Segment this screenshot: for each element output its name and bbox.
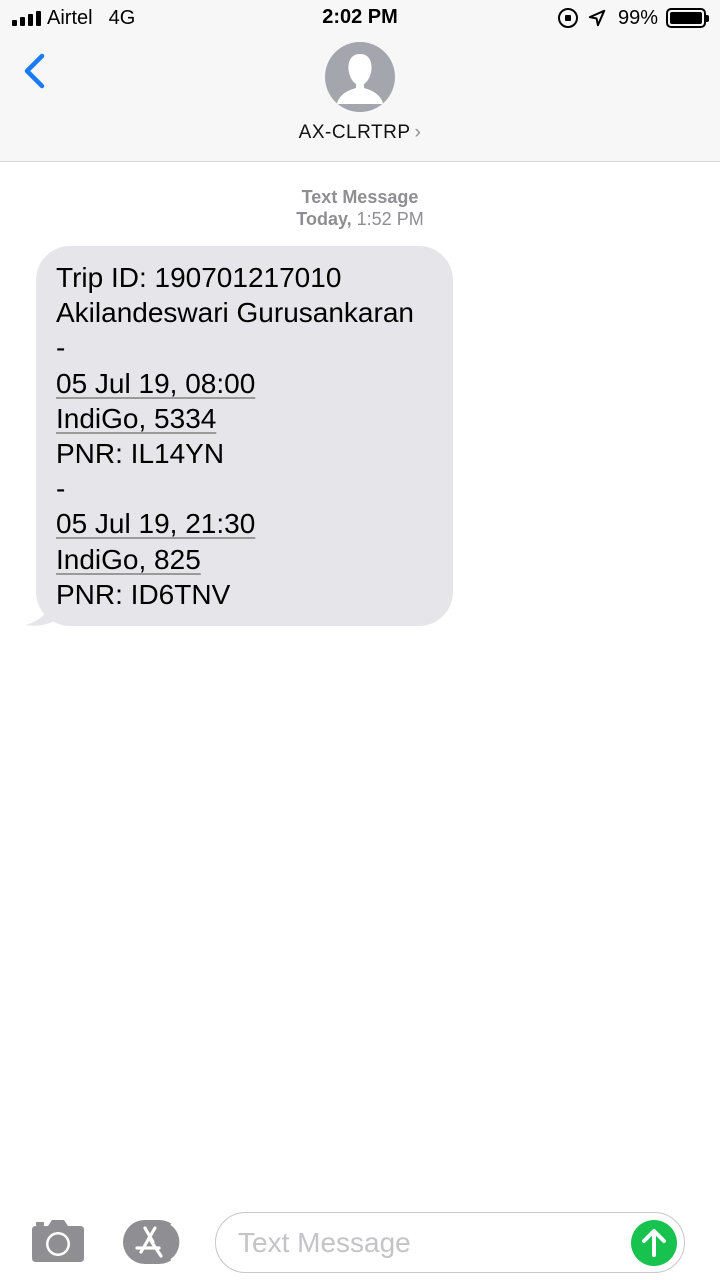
chevron-left-icon [24,53,45,89]
timestamp-date: Today, 1:52 PM [0,208,720,230]
battery-percentage: 99% [617,6,658,29]
flight-2-pnr: PNR: ID6TNV [56,578,231,610]
status-bar: Airtel 4G 2:02 PM 99% [0,0,720,36]
chevron-right-icon: › [414,122,422,143]
message-timestamp: Text Message Today, 1:52 PM [0,186,720,230]
timestamp-type: Text Message [301,187,419,207]
send-button[interactable] [631,1220,677,1266]
flight-1-number-link[interactable]: IndiGo, 5334 [56,403,216,434]
timestamp-time: 1:52 PM [356,209,424,229]
message-traveler: Akilandeswari Gurusankaran [56,297,414,329]
app-store-icon [123,1220,182,1264]
messages-screen: Airtel 4G 2:02 PM 99% AX-CLRTRP › Text M… [0,0,720,1280]
person-silhouette-icon [337,54,383,104]
timestamp-day: Today, [296,209,352,229]
arrow-up-icon [642,1229,666,1257]
location-arrow-icon [588,9,606,27]
status-right: 99% [557,6,709,30]
flight-1-datetime-link[interactable]: 05 Jul 19, 08:00 [56,368,255,399]
rotation-lock-icon [557,8,578,28]
message-text-input[interactable] [238,1223,618,1263]
message-trip-id: Trip ID: 190701217010 [56,262,342,293]
contact-name-button[interactable]: AX-CLRTRP › [0,122,720,144]
camera-icon [32,1220,84,1262]
flight-2-datetime-link[interactable]: 05 Jul 19, 21:30 [56,508,255,539]
flight-1-pnr: PNR: IL14YN [56,438,225,470]
back-button[interactable] [18,50,52,94]
message-separator: - [56,473,66,505]
message-input-field[interactable] [215,1212,685,1273]
flight-2-number-link[interactable]: IndiGo, 825 [56,544,201,575]
contact-name: AX-CLRTRP [298,122,411,143]
contact-avatar[interactable] [325,42,395,112]
conversation-header: AX-CLRTRP › [0,36,720,162]
received-message-bubble[interactable]: Trip ID: 190701217010 Akilandeswari Guru… [36,246,453,626]
message-separator: - [56,332,66,364]
camera-button[interactable] [28,1218,88,1264]
app-store-button[interactable] [121,1218,183,1266]
battery-icon [666,8,709,28]
